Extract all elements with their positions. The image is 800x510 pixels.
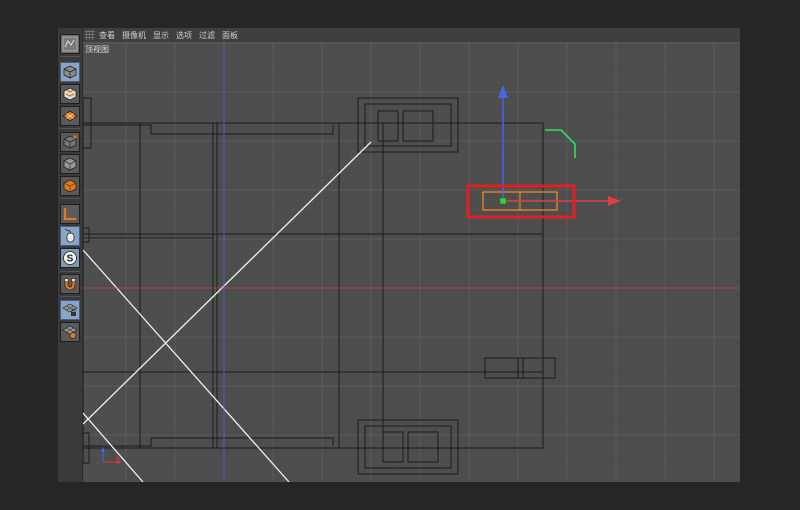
menu-panel[interactable]: 面板 <box>222 30 238 41</box>
viewport-menubar: 查看 摄像机 显示 选项 过滤 面板 <box>83 28 740 42</box>
axis-icon[interactable] <box>60 204 80 224</box>
cinema4d-window: S 查看 摄像机 显示 选项 过滤 面板 顶视图 <box>58 28 740 482</box>
left-toolbar: S <box>58 28 83 482</box>
menu-camera[interactable]: 摄像机 <box>122 30 146 41</box>
locked-grid-icon[interactable] <box>60 300 80 320</box>
menu-view[interactable]: 查看 <box>99 30 115 41</box>
viewport-thumbnail-icon[interactable] <box>60 34 80 54</box>
solid-cube-icon[interactable] <box>60 154 80 174</box>
orange-cube-icon[interactable] <box>60 176 80 196</box>
checker-cube-icon[interactable] <box>60 84 80 104</box>
svg-text:S: S <box>67 254 74 265</box>
grid-sphere-icon[interactable] <box>60 322 80 342</box>
menu-filter[interactable]: 过滤 <box>199 30 215 41</box>
checker-plane-icon[interactable] <box>60 106 80 126</box>
cube-icon[interactable] <box>60 62 80 82</box>
viewport-name-label: 顶视图 <box>85 45 109 54</box>
snap-s-icon[interactable]: S <box>60 248 80 268</box>
magnet-icon[interactable] <box>60 274 80 294</box>
viewport-canvas[interactable] <box>83 28 740 482</box>
grip-handle-icon[interactable] <box>85 30 95 40</box>
viewport-panel[interactable]: 查看 摄像机 显示 选项 过滤 面板 顶视图 <box>83 28 740 482</box>
menu-display[interactable]: 显示 <box>153 30 169 41</box>
menu-options[interactable]: 选项 <box>176 30 192 41</box>
wire-cube-icon[interactable] <box>60 132 80 152</box>
mouse-icon[interactable] <box>60 226 80 246</box>
